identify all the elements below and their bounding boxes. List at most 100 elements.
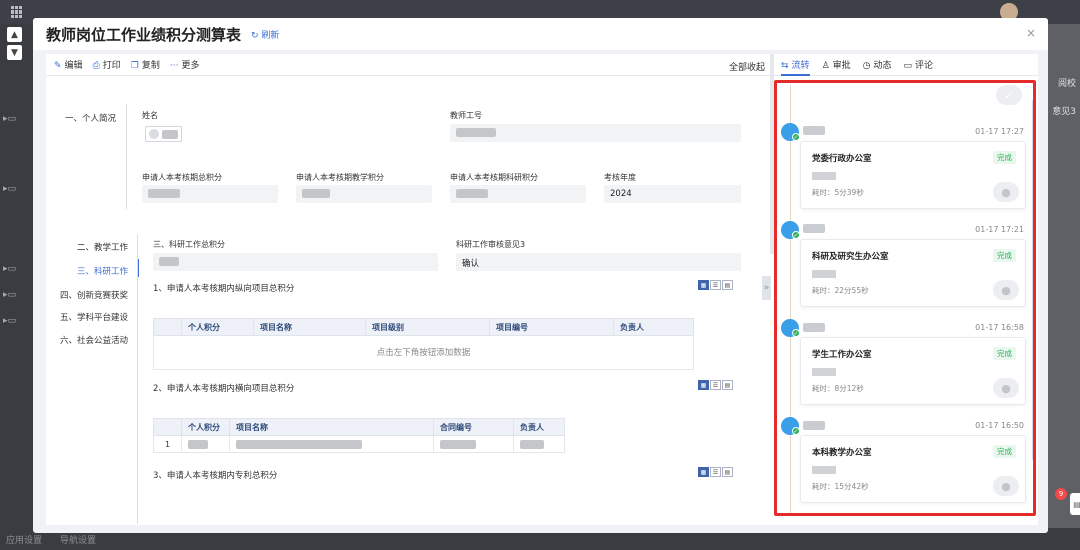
table-view-icon[interactable]: ▦ xyxy=(698,467,709,477)
form-panel: ✎ 编辑 ⎙ 打印 ❐ 复制 ··· 更多 全部收起 一、个人简况 二、教学工作 三、科… xyxy=(46,54,775,525)
section-divider xyxy=(126,104,127,209)
edit-icon: ✎ xyxy=(54,61,62,71)
redacted-text xyxy=(148,189,180,198)
total-score-field[interactable] xyxy=(142,185,278,203)
tab-label: 评论 xyxy=(915,61,934,71)
nav-personal[interactable]: 一、个人简况 xyxy=(56,112,116,124)
nav-innovation[interactable]: 四、创新竞赛获奖 xyxy=(56,289,128,301)
redacted-text xyxy=(440,439,476,449)
redacted-text xyxy=(159,257,179,266)
card-view-icon[interactable]: ▤ xyxy=(722,467,733,477)
view-switcher: ▦ ☰ ▤ xyxy=(698,380,733,390)
refresh-icon: ↻ xyxy=(251,30,262,41)
teacher-id-field[interactable] xyxy=(450,124,741,142)
nav-research[interactable]: 三、科研工作 xyxy=(56,265,128,277)
folder-icon[interactable]: ▸▭ xyxy=(3,184,16,194)
table-cell xyxy=(513,435,565,453)
copy-icon: ❐ xyxy=(130,61,139,71)
comment-icon: ▭ xyxy=(903,61,913,71)
copy-button[interactable]: ❐ 复制 xyxy=(131,58,160,71)
redacted-text xyxy=(456,189,488,198)
notification-badge: 9 xyxy=(1055,488,1067,500)
column-header: 个人积分 xyxy=(181,418,230,436)
list-view-icon[interactable]: ☰ xyxy=(710,467,721,477)
edit-label: 编辑 xyxy=(64,61,83,71)
tab-activity[interactable]: ◷ 动态 xyxy=(863,58,892,71)
print-button[interactable]: ⎙ 打印 xyxy=(93,58,121,71)
edit-button[interactable]: ✎ 编辑 xyxy=(54,58,83,71)
column-header: 负责人 xyxy=(513,418,565,436)
flow-tabs: ⇆ 流转 ♙ 审批 ◷ 动态 ▭ 评论 xyxy=(775,54,1038,76)
tab-label: 流转 xyxy=(791,61,810,71)
tab-approval[interactable]: ♙ 审批 xyxy=(822,58,851,71)
apps-grid-icon[interactable] xyxy=(11,6,23,18)
app-settings-link[interactable]: 应用设置 xyxy=(6,533,42,546)
chevron-up-icon[interactable]: ▲ xyxy=(7,27,22,42)
table-view-icon[interactable]: ▦ xyxy=(698,380,709,390)
nav-settings-link[interactable]: 导航设置 xyxy=(60,533,96,546)
list-view-icon[interactable]: ☰ xyxy=(710,280,721,290)
collapse-all-button[interactable]: 全部收起 xyxy=(729,60,765,73)
list-view-icon[interactable]: ☰ xyxy=(710,380,721,390)
approval-icon: ♙ xyxy=(821,61,830,71)
tab-flow[interactable]: ⇆ 流转 xyxy=(781,58,810,76)
card-view-icon[interactable]: ▤ xyxy=(722,380,733,390)
teaching-score-field[interactable] xyxy=(296,185,432,203)
side-float-button[interactable]: ▤ xyxy=(1070,493,1080,515)
tab-label: 审批 xyxy=(832,61,851,71)
panel-toggle-chevron-icon[interactable]: » xyxy=(762,276,771,300)
copy-label: 复制 xyxy=(141,61,160,71)
bg-text: 意见3 xyxy=(1052,107,1076,117)
folder-icon[interactable]: ▸▭ xyxy=(3,316,16,326)
table-cell xyxy=(433,435,514,453)
folder-icon[interactable]: ▸▭ xyxy=(3,264,16,274)
vertical-projects-table: 个人积分 项目名称 项目级别 项目编号 负责人 xyxy=(153,318,694,336)
nav-welfare[interactable]: 六、社会公益活动 xyxy=(56,334,128,346)
highlight-box xyxy=(774,80,1036,516)
avatar-icon xyxy=(149,129,159,139)
tab-label: 动态 xyxy=(873,61,892,71)
name-label: 姓名 xyxy=(142,111,158,120)
card-view-icon[interactable]: ▤ xyxy=(722,280,733,290)
table-view-icon[interactable]: ▦ xyxy=(698,280,709,290)
section-title: 2、申请人本考核期内横向项目总积分 xyxy=(153,384,295,394)
section-title: 3、申请人本考核期内专利总积分 xyxy=(153,471,278,481)
horizontal-projects-table: 个人积分 项目名称 合同编号 负责人 1 xyxy=(153,418,565,453)
research-total-field[interactable] xyxy=(153,253,438,271)
column-header: 合同编号 xyxy=(433,418,514,436)
app-right-strip: 阅校 意见3 xyxy=(1048,24,1080,528)
user-chip[interactable] xyxy=(145,126,182,142)
research-score-field[interactable] xyxy=(450,185,586,203)
folder-icon[interactable]: ▸▭ xyxy=(3,290,16,300)
empty-table-hint: 点击左下角按钮添加数据 xyxy=(153,335,694,370)
year-field[interactable]: 2024 xyxy=(604,185,741,203)
redacted-text xyxy=(236,439,362,449)
bg-text: 阅校 xyxy=(1057,79,1076,89)
column-header-index xyxy=(153,318,182,336)
folder-icon[interactable]: ▸▭ xyxy=(3,114,16,124)
research-opinion-field[interactable]: 确认 xyxy=(456,253,741,271)
column-header: 个人积分 xyxy=(181,318,254,336)
print-icon: ⎙ xyxy=(92,61,100,71)
section-title: 1、申请人本考核期内纵向项目总积分 xyxy=(153,284,295,294)
table-row[interactable]: 1 xyxy=(153,435,565,453)
form-toolbar: ✎ 编辑 ⎙ 打印 ❐ 复制 ··· 更多 全部收起 xyxy=(46,54,775,76)
teaching-score-label: 申请人本考核期教学积分 xyxy=(296,173,384,182)
name-field[interactable] xyxy=(142,124,184,144)
redacted-text xyxy=(188,439,208,449)
more-label: 更多 xyxy=(181,61,200,71)
nav-platform[interactable]: 五、学科平台建设 xyxy=(56,311,128,323)
print-label: 打印 xyxy=(102,61,121,71)
column-header: 项目级别 xyxy=(365,318,490,336)
view-switcher: ▦ ☰ ▤ xyxy=(698,467,733,477)
chevron-down-icon[interactable]: ▼ xyxy=(7,45,22,60)
nav-teaching[interactable]: 二、教学工作 xyxy=(56,241,128,253)
view-switcher: ▦ ☰ ▤ xyxy=(698,280,733,290)
more-button[interactable]: ··· 更多 xyxy=(170,58,200,71)
close-icon[interactable]: × xyxy=(1026,26,1036,40)
column-header: 项目名称 xyxy=(253,318,366,336)
tab-comments[interactable]: ▭ 评论 xyxy=(904,58,934,71)
column-header-index xyxy=(153,418,182,436)
refresh-button[interactable]: ↻ 刷新 xyxy=(251,28,279,41)
redacted-text xyxy=(302,189,330,198)
